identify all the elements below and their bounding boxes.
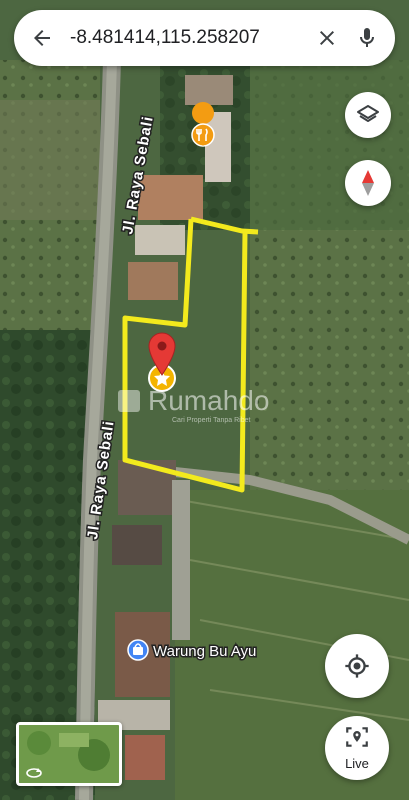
search-query[interactable]: -8.481414,115.258207: [62, 27, 307, 49]
street-view-thumbnail[interactable]: [16, 722, 122, 786]
poi-label[interactable]: Warung Bu Ayu: [152, 642, 258, 662]
compass-button[interactable]: [345, 160, 391, 206]
layers-button[interactable]: [345, 92, 391, 138]
compass-icon: [362, 170, 374, 196]
svg-text:Cari Properti Tanpa Ribet: Cari Properti Tanpa Ribet: [172, 417, 251, 424]
live-view-label: Live: [345, 756, 369, 771]
live-view-button[interactable]: Live: [325, 716, 389, 780]
microphone-icon: [360, 28, 374, 47]
search-bar[interactable]: -8.481414,115.258207: [14, 10, 395, 66]
my-location-icon: [345, 654, 369, 678]
voice-search-button[interactable]: [347, 18, 387, 58]
back-arrow-icon: [34, 30, 50, 46]
live-view-icon: [346, 727, 368, 747]
layers-icon: [357, 105, 379, 122]
my-location-button[interactable]: [325, 634, 389, 698]
back-button[interactable]: [22, 18, 62, 58]
clear-icon: [320, 31, 334, 45]
clear-button[interactable]: [307, 18, 347, 58]
